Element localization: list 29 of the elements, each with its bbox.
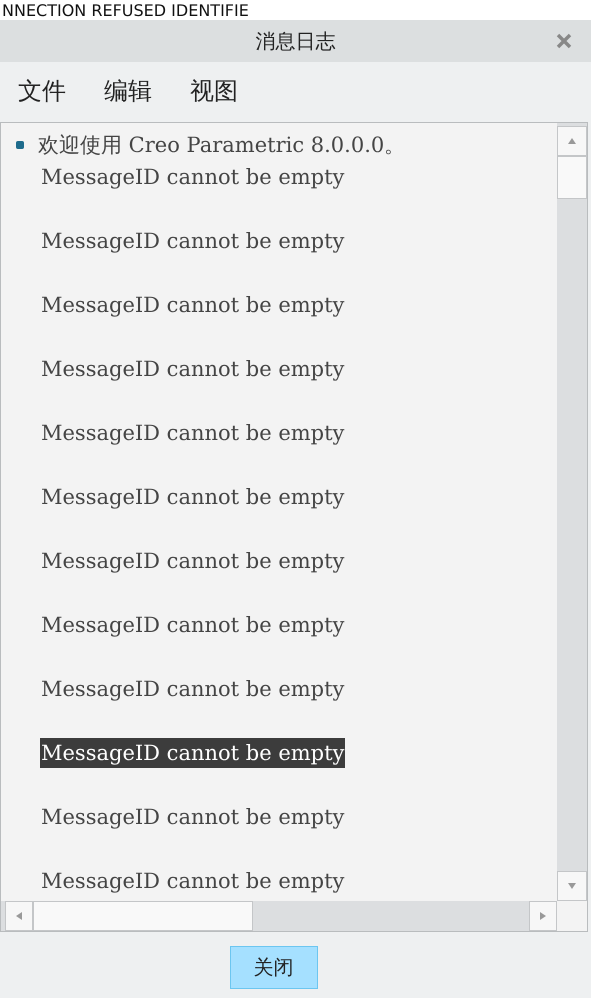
log-entry[interactable]: MessageID cannot be empty xyxy=(40,738,346,768)
scroll-right-icon xyxy=(538,911,548,921)
log-entry[interactable]: MessageID cannot be empty xyxy=(40,226,346,256)
log-entry[interactable]: MessageID cannot be empty xyxy=(40,162,346,192)
menu-item[interactable]: 视图 xyxy=(182,75,246,107)
background-text: NNECTION REFUSED IDENTIFIE xyxy=(1,2,249,20)
log-entry[interactable]: MessageID cannot be empty xyxy=(40,418,346,448)
log-entry[interactable]: MessageID cannot be empty xyxy=(40,482,346,512)
menu-item[interactable]: 编辑 xyxy=(96,75,160,107)
scroll-thumb[interactable] xyxy=(557,156,587,199)
log-entry[interactable]: MessageID cannot be empty xyxy=(40,674,346,704)
vertical-scrollbar[interactable] xyxy=(557,123,587,901)
scroll-thumb[interactable] xyxy=(33,901,253,931)
window-title: 消息日志 xyxy=(256,28,336,54)
scroll-down-icon xyxy=(567,881,577,891)
log-entry[interactable]: 欢迎使用 Creo Parametric 8.0.0.0。 xyxy=(37,130,406,160)
scroll-up-icon xyxy=(567,136,577,146)
close-icon[interactable] xyxy=(556,33,572,49)
log-entry[interactable]: MessageID cannot be empty xyxy=(40,354,346,384)
close-button[interactable]: 关闭 xyxy=(230,946,318,989)
log-entry[interactable]: MessageID cannot be empty xyxy=(40,866,346,896)
scroll-left-icon xyxy=(14,911,24,921)
log-entry[interactable]: MessageID cannot be empty xyxy=(40,610,346,640)
log-entry[interactable]: MessageID cannot be empty xyxy=(40,290,346,320)
bullet-icon xyxy=(15,140,25,150)
log-entry[interactable]: MessageID cannot be empty xyxy=(40,546,346,576)
log-entry[interactable]: MessageID cannot be empty xyxy=(40,802,346,832)
horizontal-scrollbar[interactable] xyxy=(1,901,557,931)
menu-item[interactable]: 文件 xyxy=(10,75,74,107)
